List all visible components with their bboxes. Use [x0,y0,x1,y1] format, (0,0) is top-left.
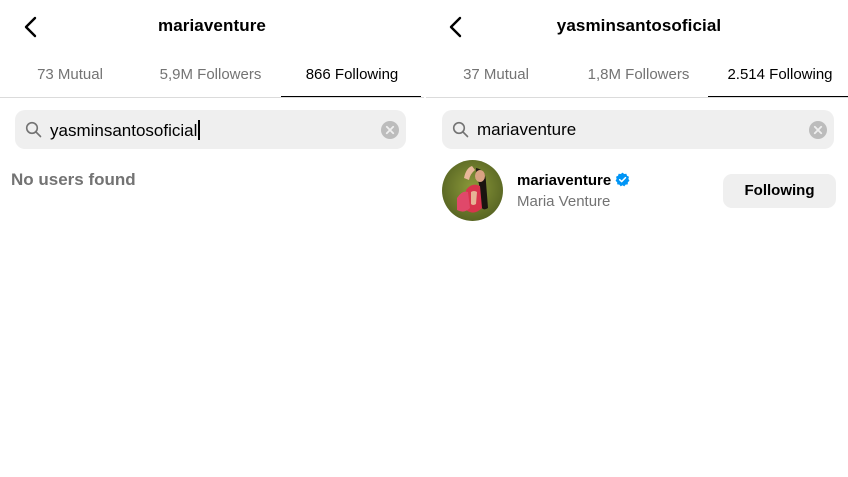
page-title: yasminsantosoficial [556,16,722,35]
tab-mutual[interactable]: 37 Mutual [446,56,546,98]
tab-followers[interactable]: 5,9M Followers [143,56,278,98]
username[interactable]: mariaventure [517,172,630,189]
header: mariaventure [0,0,424,56]
tab-bar: 73 Mutual 5,9M Followers 866 Following [0,56,424,98]
tab-following[interactable]: 866 Following [284,56,420,98]
divider [0,97,424,98]
tab-mutual[interactable]: 73 Mutual [20,56,120,98]
page-title: mariaventure [158,16,266,35]
following-button[interactable]: Following [723,174,836,208]
clear-icon[interactable] [381,121,399,139]
left-panel: mariaventure 73 Mutual 5,9M Followers 86… [0,0,424,477]
empty-state-message: No users found [11,170,136,189]
text-caret [198,120,200,140]
verified-badge-icon [615,172,630,187]
clear-icon[interactable] [809,121,827,139]
search-input[interactable]: mariaventure [477,120,576,140]
divider [426,97,848,98]
search-icon [25,121,42,138]
search-icon [452,121,469,138]
right-panel: yasminsantosoficial 37 Mutual 1,8M Follo… [426,0,848,477]
tab-following[interactable]: 2.514 Following [712,56,848,98]
tab-followers[interactable]: 1,8M Followers [571,56,706,98]
search-input[interactable]: yasminsantosoficial [50,120,200,141]
avatar[interactable] [442,160,503,221]
search-bar[interactable]: yasminsantosoficial [15,110,406,149]
full-name: Maria Venture [517,193,611,210]
search-bar[interactable]: mariaventure [442,110,834,149]
tab-bar: 37 Mutual 1,8M Followers 2.514 Following [426,56,848,98]
list-item[interactable]: mariaventure Maria Venture Following [442,160,836,222]
header: yasminsantosoficial [426,0,848,56]
